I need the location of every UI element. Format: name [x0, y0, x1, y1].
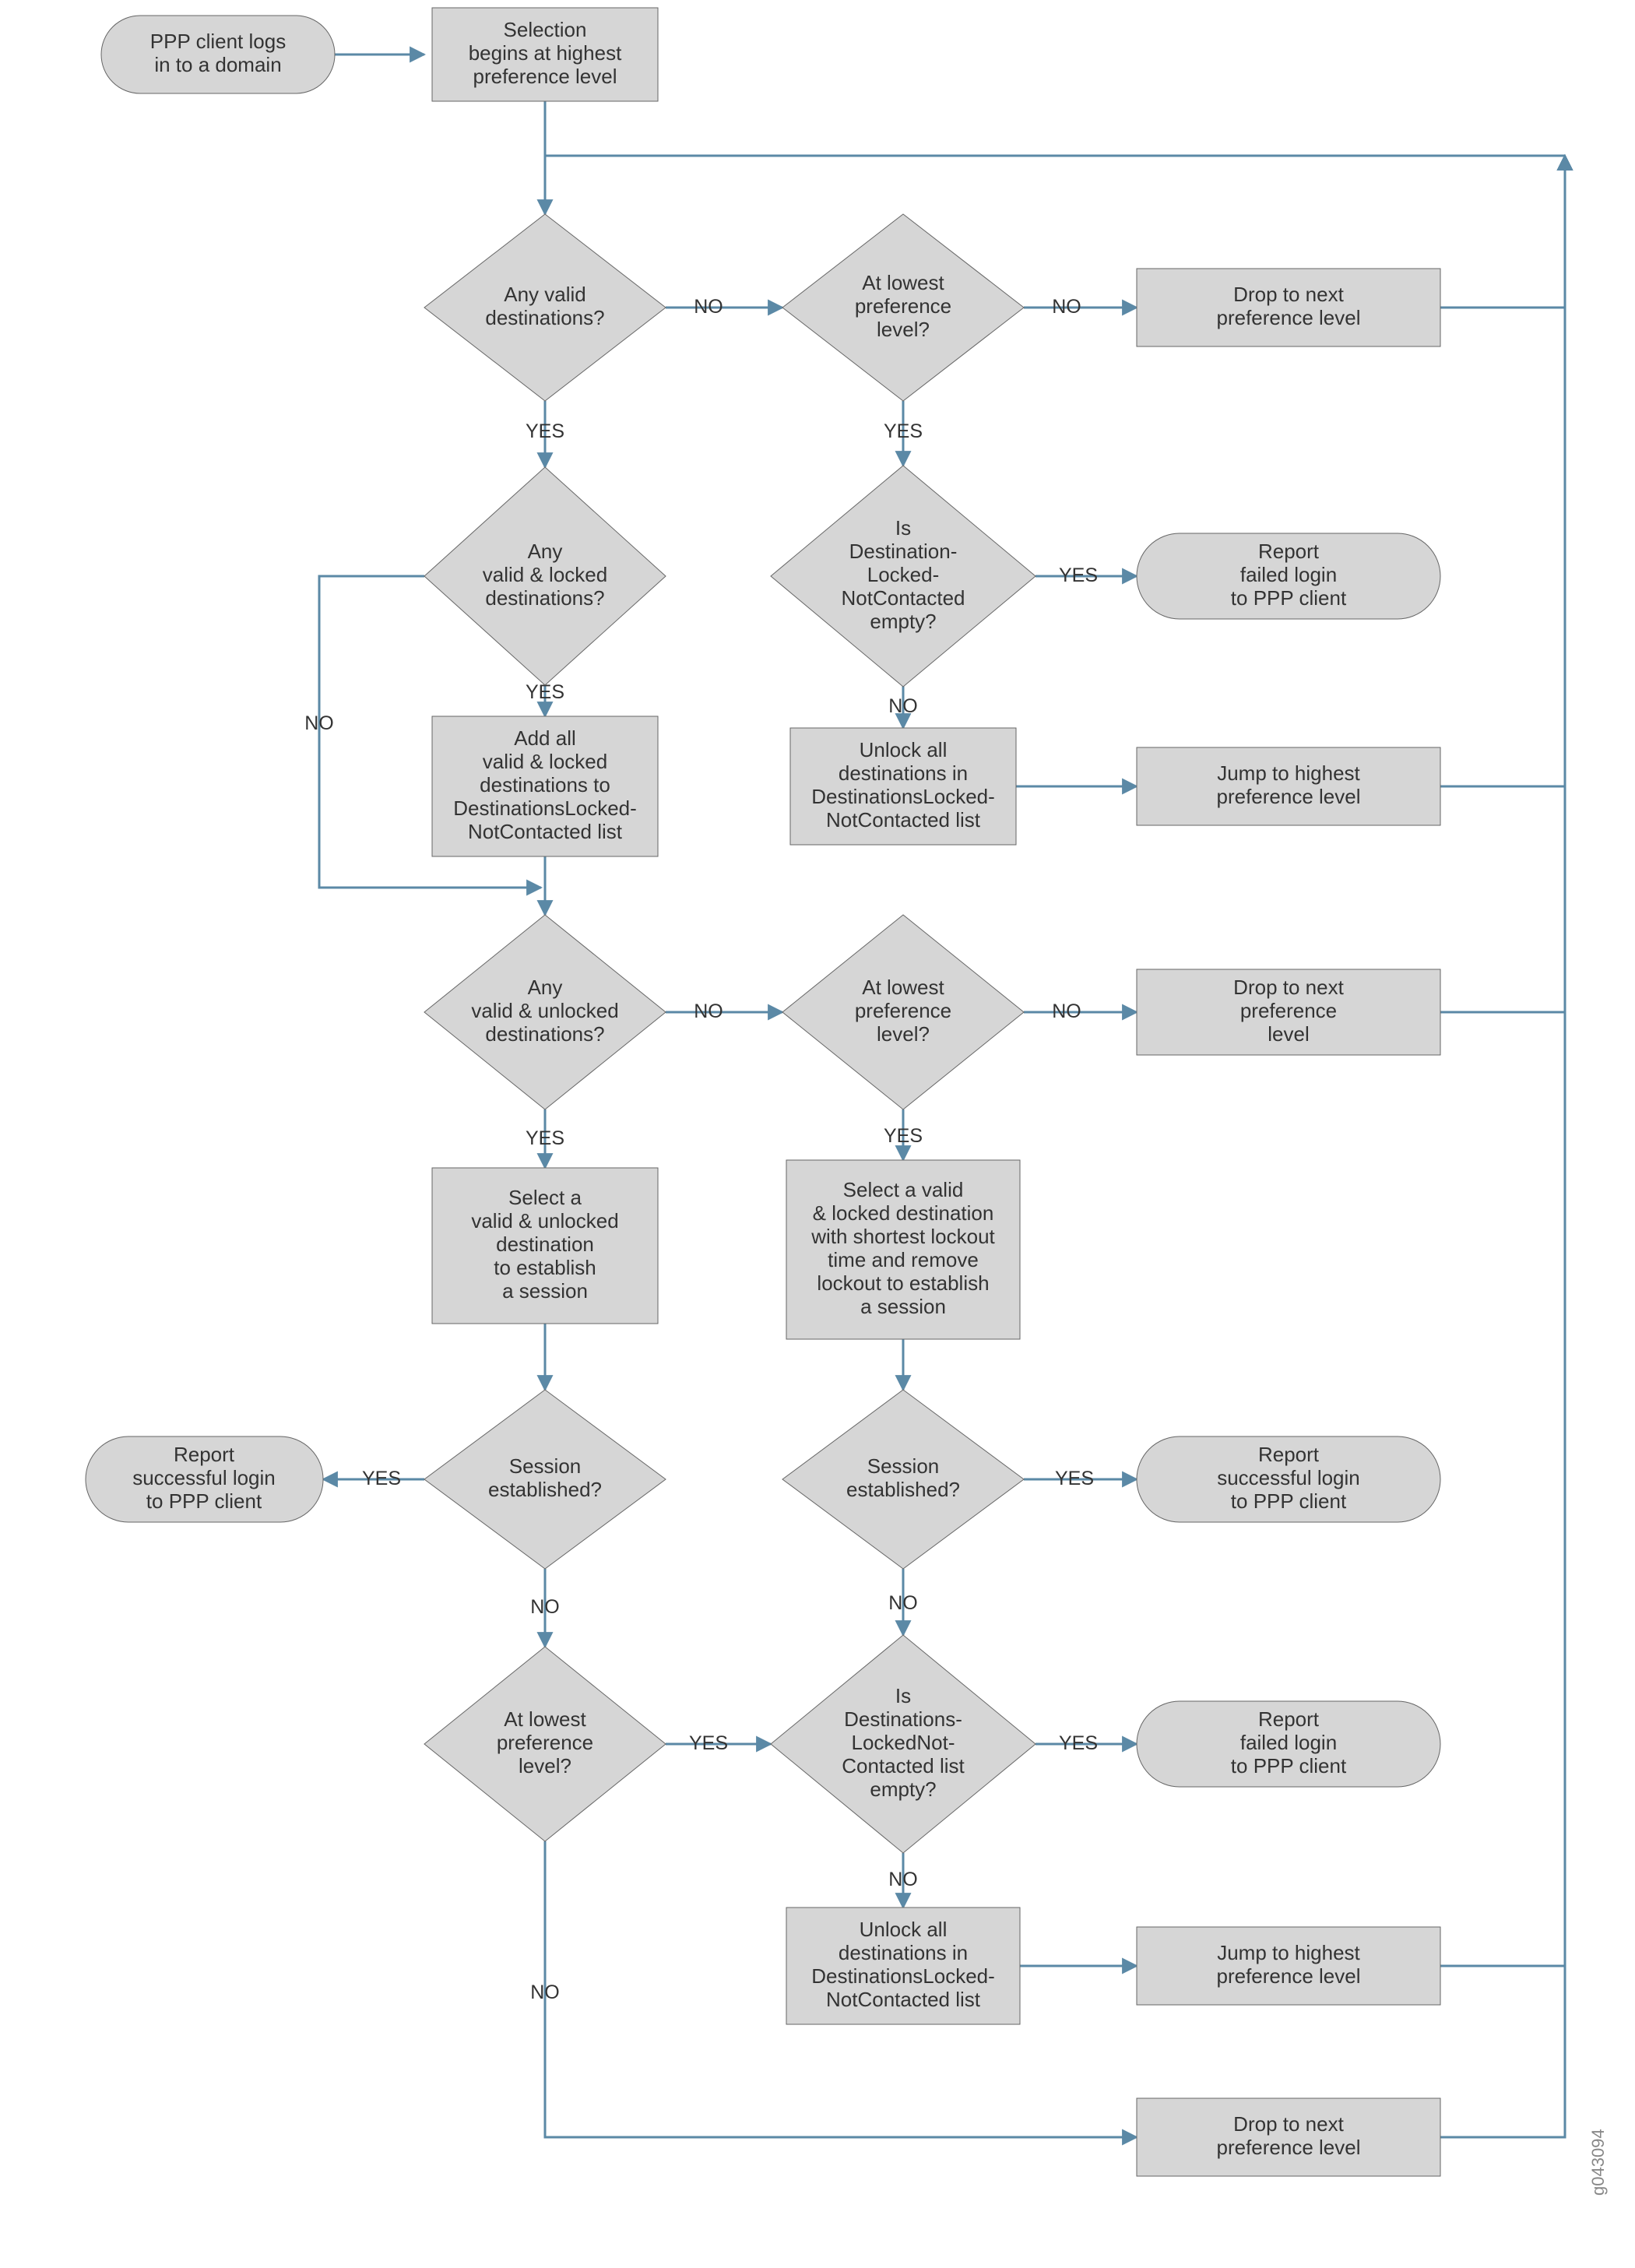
lbl-dlnc2-yes: YES — [1059, 1732, 1098, 1754]
node-d-lowest3: At lowestpreferencelevel? — [424, 1647, 666, 1841]
lbl-lowest3-no: NO — [530, 1981, 560, 2003]
node-d-sess1: Sessionestablished? — [424, 1390, 666, 1569]
lbl-sess1-yes: YES — [362, 1468, 401, 1489]
text-p-jump1: Jump to highestpreference level — [1217, 761, 1361, 808]
image-id: g043094 — [1588, 2129, 1608, 2196]
flowchart-canvas: NO NO YES YES YES NO YES NO NO NO YES YE… — [0, 0, 1635, 2268]
lbl-sess2-yes: YES — [1055, 1468, 1094, 1489]
edge-drop1-return — [1440, 156, 1565, 308]
lbl-anyvalid-yes: YES — [526, 420, 564, 442]
lbl-lowest2-yes: YES — [884, 1125, 923, 1147]
lbl-sess2-no: NO — [888, 1592, 918, 1614]
text-p-jump2: Jump to highestpreference level — [1217, 1941, 1361, 1988]
node-d-any-unlocked: Anyvalid & unlockeddestinations? — [424, 915, 666, 1109]
edge-jump1-return — [1440, 156, 1565, 786]
node-p-jump1: Jump to highestpreference level — [1137, 747, 1440, 825]
edge-drop3-return — [1440, 156, 1565, 2137]
lbl-lowest1-yes: YES — [884, 420, 923, 442]
node-d-dlnc-empty1: IsDestination-Locked-NotContactedempty? — [771, 466, 1036, 687]
edge-jump2-return — [1440, 156, 1565, 1966]
lbl-dlnc2-no: NO — [888, 1869, 918, 1890]
node-p-sel-lock: Select a valid& locked destinationwith s… — [786, 1160, 1020, 1339]
text-p-drop1: Drop to nextpreference level — [1217, 283, 1361, 329]
node-p-drop1: Drop to nextpreference level — [1137, 269, 1440, 346]
node-d-any-valid: Any validdestinations? — [424, 214, 666, 401]
lbl-anyunlocked-yes: YES — [526, 1127, 564, 1149]
lbl-lowest2-no: NO — [1052, 1000, 1081, 1022]
node-p-addall: Add allvalid & lockeddestinations toDest… — [432, 716, 658, 856]
lbl-lowest1-no: NO — [1052, 296, 1081, 318]
lbl-lowest3-yes: YES — [689, 1732, 728, 1754]
lbl-sess1-no: NO — [530, 1596, 560, 1618]
node-d-any-locked: Anyvalid & lockeddestinations? — [424, 467, 666, 685]
lbl-anylocked-no: NO — [304, 712, 334, 734]
node-p-unlock1: Unlock alldestinations inDestinationsLoc… — [790, 728, 1016, 845]
lbl-anyunlocked-no: NO — [694, 1000, 723, 1022]
lbl-dlnc1-yes: YES — [1059, 564, 1098, 586]
lbl-dlnc1-no: NO — [888, 695, 918, 717]
text-start: PPP client logsin to a domain — [150, 30, 286, 76]
node-p-drop2: Drop to nextpreferencelevel — [1137, 969, 1440, 1055]
node-p-jump2: Jump to highestpreference level — [1137, 1927, 1440, 2005]
node-d-sess2: Sessionestablished? — [782, 1390, 1024, 1569]
node-t-succ1: Reportsuccessful loginto PPP client — [86, 1436, 323, 1522]
node-t-succ2: Reportsuccessful loginto PPP client — [1137, 1436, 1440, 1522]
node-t-fail1: Reportfailed loginto PPP client — [1137, 533, 1440, 619]
node-p-unlock2: Unlock alldestinations inDestinationsLoc… — [786, 1908, 1020, 2024]
node-d-lowest1: At lowestpreferencelevel? — [782, 214, 1024, 401]
node-p-sel-unlock: Select avalid & unlockeddestinationto es… — [432, 1168, 658, 1324]
text-p-drop3: Drop to nextpreference level — [1217, 2112, 1361, 2159]
edge-drop2-return — [1440, 156, 1565, 1012]
node-sel-begin: Selectionbegins at highestpreference lev… — [432, 8, 658, 101]
node-d-dlnc-empty2: IsDestinations-LockedNot-Contacted liste… — [771, 1635, 1036, 1853]
node-start: PPP client logsin to a domain — [101, 16, 335, 93]
node-d-lowest2: At lowestpreferencelevel? — [782, 915, 1024, 1109]
lbl-anyvalid-no: NO — [694, 296, 723, 318]
node-p-drop3: Drop to nextpreference level — [1137, 2098, 1440, 2176]
node-t-fail2: Reportfailed loginto PPP client — [1137, 1701, 1440, 1787]
